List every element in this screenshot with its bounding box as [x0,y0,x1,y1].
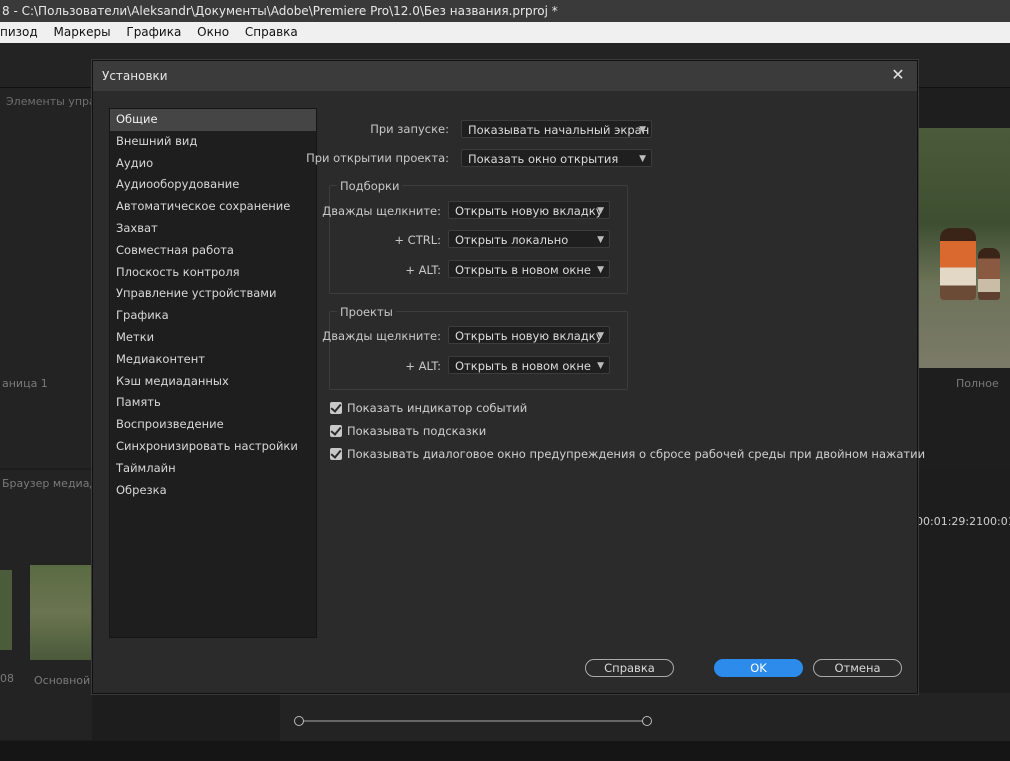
dialog-title: Установки [102,69,168,83]
bins-ctrl-value: Открыть локально [455,233,569,247]
chevron-down-icon: ▼ [597,331,604,341]
effect-controls-panel [0,88,92,468]
timecode-end: 00:01 [983,515,1010,528]
nav-item-audio-hardware[interactable]: Аудиооборудование [110,174,316,196]
preferences-dialog: Установки ✕ Общие Внешний вид Аудио Ауди… [92,60,925,694]
projects-double-click-select[interactable]: Открыть новую вкладку ▼ [448,326,610,344]
scrollbar-handle-left[interactable] [294,716,304,726]
projects-group-title: Проекты [337,305,396,319]
project-open-value: Показать окно открытия [468,152,619,166]
menu-window[interactable]: Окно [197,22,229,43]
chevron-down-icon: ▼ [597,361,604,371]
bins-alt-label: + ALT: [405,263,441,277]
window-title-bar: 8 - C:\Пользователи\Aleksandr\Документы\… [0,0,1010,22]
timeline-scrollbar[interactable] [298,720,648,722]
page-label: аница 1 [2,377,48,390]
dialog-header: Установки ✕ [93,61,917,91]
effect-controls-tab[interactable]: Элементы управ [6,95,102,108]
checkbox-checked-icon[interactable] [330,448,342,460]
checkbox-show-events-indicator[interactable]: Показать индикатор событий [330,401,527,415]
status-bar [0,741,1010,761]
help-button[interactable]: Справка [585,659,674,677]
nav-item-sync-settings[interactable]: Синхронизировать настройки [110,436,316,458]
nav-item-trim[interactable]: Обрезка [110,480,316,502]
projects-alt-select[interactable]: Открыть в новом окне ▼ [448,356,610,374]
bins-alt-select[interactable]: Открыть в новом окне ▼ [448,260,610,278]
checkbox-show-tooltips[interactable]: Показывать подсказки [330,424,486,438]
checkbox-checked-icon[interactable] [330,402,342,414]
clip-count: 08 [0,672,14,685]
menu-graphics[interactable]: Графика [126,22,181,43]
menu-episode[interactable]: пизод [0,22,38,43]
project-open-label: При открытии проекта: [306,151,449,165]
chevron-down-icon: ▼ [597,235,604,245]
startup-select[interactable]: Показывать начальный экран ▼ [461,120,652,138]
clip-thumbnail-partial[interactable] [0,570,12,650]
projects-double-click-label: Дважды щелкните: [322,329,441,343]
video-figure [978,248,1000,300]
checkbox-checked-icon[interactable] [330,425,342,437]
scrollbar-handle-right[interactable] [642,716,652,726]
projects-double-click-value: Открыть новую вкладку [455,329,603,343]
projects-alt-value: Открыть в новом окне [455,359,591,373]
menu-bar: пизод Маркеры Графика Окно Справка [0,22,1010,43]
nav-item-graphics[interactable]: Графика [110,305,316,327]
bins-alt-value: Открыть в новом окне [455,263,591,277]
projects-alt-label: + ALT: [405,359,441,373]
checkbox-label: Показывать подсказки [347,424,487,438]
bins-ctrl-label: + CTRL: [394,233,441,247]
window-title: 8 - C:\Пользователи\Aleksandr\Документы\… [2,4,558,18]
project-open-select[interactable]: Показать окно открытия ▼ [461,149,652,167]
chevron-down-icon: ▼ [639,125,646,135]
ok-button[interactable]: OK [714,659,803,677]
nav-item-media-cache[interactable]: Кэш медиаданных [110,371,316,393]
menu-help[interactable]: Справка [245,22,298,43]
clip-thumbnail[interactable] [30,565,92,660]
clip-name: Основной э [34,674,100,687]
nav-item-memory[interactable]: Память [110,392,316,414]
bins-group-title: Подборки [337,179,403,193]
nav-item-device-control[interactable]: Управление устройствами [110,283,316,305]
zoom-level[interactable]: Полное [956,377,999,390]
projects-group [329,311,628,390]
bins-double-click-select[interactable]: Открыть новую вкладку ▼ [448,201,610,219]
checkbox-label: Показывать диалоговое окно предупреждени… [347,447,926,461]
checkbox-workspace-reset-warning[interactable]: Показывать диалоговое окно предупреждени… [330,447,925,461]
close-icon[interactable]: ✕ [888,65,908,85]
preferences-nav: Общие Внешний вид Аудио Аудиооборудовани… [109,108,317,638]
video-figure [940,228,976,300]
startup-label: При запуске: [370,122,449,136]
nav-item-timeline[interactable]: Таймлайн [110,458,316,480]
timecode-start: 00:01:29:21 [916,515,984,528]
bins-ctrl-select[interactable]: Открыть локально ▼ [448,230,610,248]
chevron-down-icon: ▼ [597,265,604,275]
cancel-button[interactable]: Отмена [813,659,902,677]
menu-markers[interactable]: Маркеры [54,22,111,43]
bins-double-click-label: Дважды щелкните: [322,204,441,218]
chevron-down-icon: ▼ [597,206,604,216]
checkbox-label: Показать индикатор событий [347,401,528,415]
nav-item-playback[interactable]: Воспроизведение [110,414,316,436]
startup-value: Показывать начальный экран [468,123,650,137]
bins-double-click-value: Открыть новую вкладку [455,204,603,218]
chevron-down-icon: ▼ [639,154,646,164]
